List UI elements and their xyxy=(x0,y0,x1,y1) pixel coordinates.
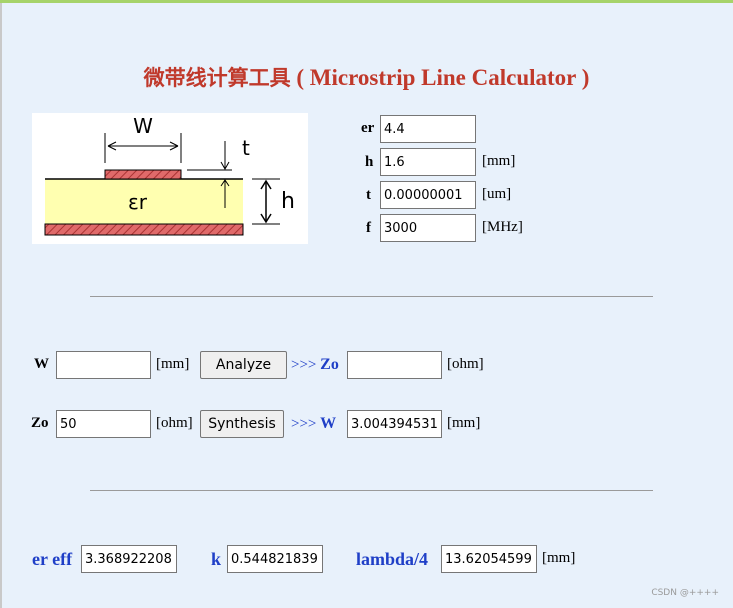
f-unit: [MHz] xyxy=(482,219,523,235)
t-label: t xyxy=(366,187,371,203)
er-input[interactable] xyxy=(380,115,476,143)
k-output[interactable] xyxy=(227,545,323,573)
lambda-unit: [mm] xyxy=(542,550,576,566)
ground-plane xyxy=(44,223,244,236)
microstrip-diagram: W t h εr xyxy=(32,113,308,244)
synthesis-zo-unit: [ohm] xyxy=(156,415,193,431)
t-dimension-label: t xyxy=(242,136,250,160)
top-accent-bar xyxy=(0,0,733,3)
synthesis-button[interactable]: Synthesis xyxy=(200,410,284,438)
title-cjk: 微带线计算工具 xyxy=(143,66,291,90)
k-label: k xyxy=(211,549,222,569)
h-dimension-label: h xyxy=(281,189,295,214)
h-input[interactable] xyxy=(380,148,476,176)
lambda-output[interactable] xyxy=(441,545,537,573)
er-eff-label: er eff xyxy=(32,549,73,569)
analyze-w-input[interactable] xyxy=(56,351,151,379)
synthesis-zo-label: Zo xyxy=(31,415,49,431)
er-eff-output[interactable] xyxy=(81,545,177,573)
er-substrate-label: εr xyxy=(128,190,148,214)
w-dimension-label: W xyxy=(133,114,153,138)
zo-result-unit: [ohm] xyxy=(447,356,484,372)
strip-conductor xyxy=(104,169,182,180)
analyze-button[interactable]: Analyze xyxy=(200,351,287,379)
divider-bottom xyxy=(90,490,653,491)
watermark: CSDN @++++ xyxy=(651,588,719,598)
w-result-unit: [mm] xyxy=(447,415,481,431)
page-title: 微带线计算工具 ( Microstrip Line Calculator ) xyxy=(0,62,733,92)
t-unit: [um] xyxy=(482,186,512,202)
er-label: er xyxy=(361,120,375,136)
left-border xyxy=(0,3,2,608)
divider-top xyxy=(90,296,653,297)
zo-result-input[interactable] xyxy=(347,351,442,379)
h-label: h xyxy=(365,154,374,170)
analyze-w-label: W xyxy=(34,356,49,372)
f-label: f xyxy=(366,220,371,236)
t-input[interactable] xyxy=(380,181,476,209)
synthesis-arrow: >>> W xyxy=(291,415,336,433)
analyze-arrow: >>> Zo xyxy=(291,356,339,374)
synthesis-result-label: W xyxy=(320,415,337,432)
w-result-input[interactable] xyxy=(347,410,442,438)
microstrip-cross-section: W t h εr xyxy=(44,114,295,236)
title-latin: ( Microstrip Line Calculator ) xyxy=(290,65,590,90)
h-unit: [mm] xyxy=(482,153,516,169)
analyze-w-unit: [mm] xyxy=(156,356,190,372)
analyze-arrow-prefix: >>> xyxy=(291,357,317,373)
analyze-result-label: Zo xyxy=(320,356,339,373)
synthesis-zo-input[interactable] xyxy=(56,410,151,438)
synthesis-arrow-prefix: >>> xyxy=(291,416,317,432)
lambda-label: lambda/4 xyxy=(356,549,429,569)
f-input[interactable] xyxy=(380,214,476,242)
